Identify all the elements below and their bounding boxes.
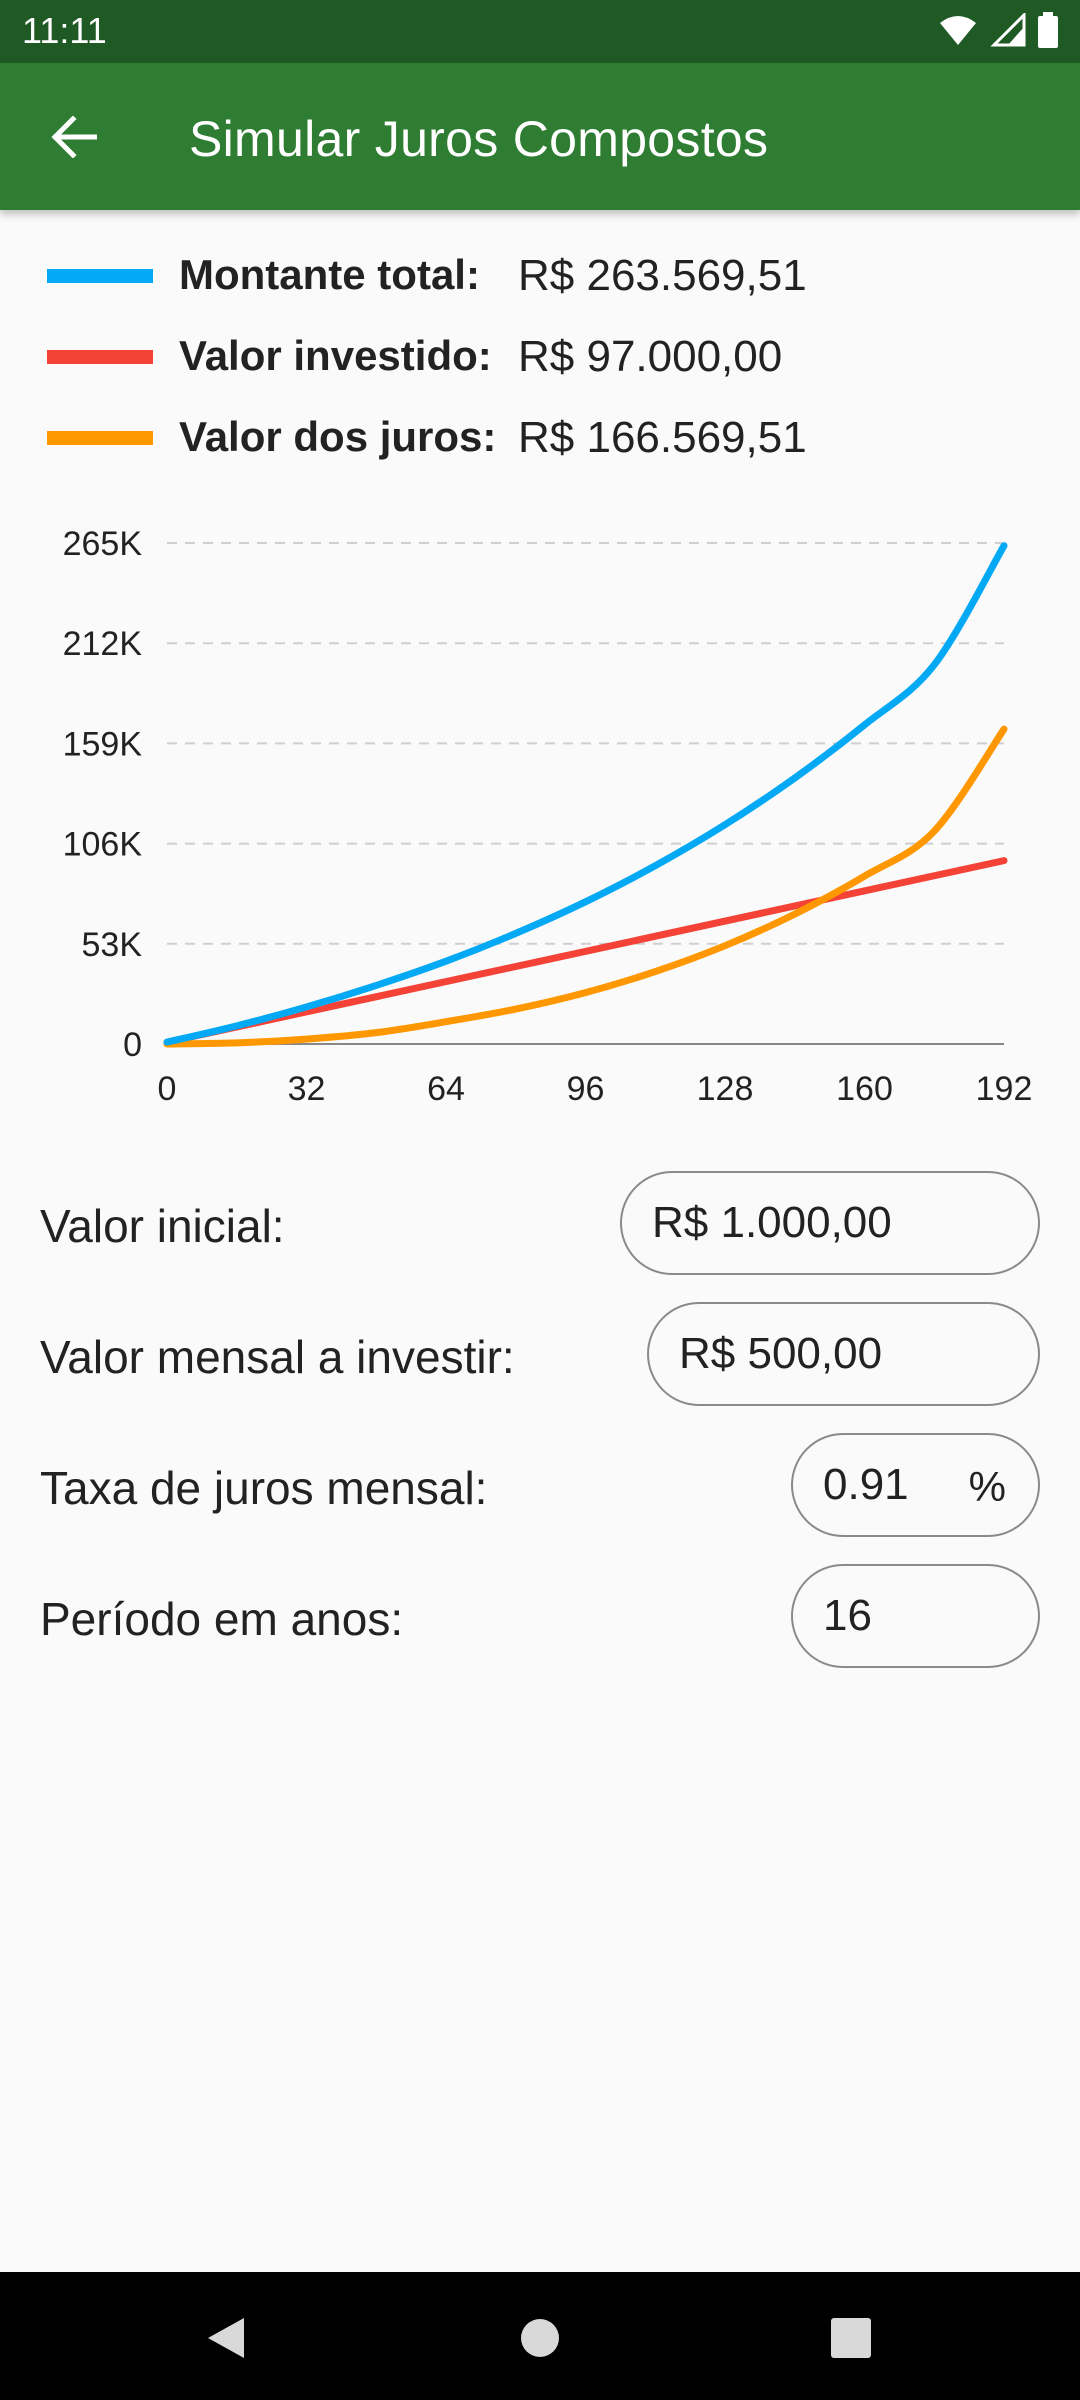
percent-suffix: % <box>968 1463 1006 1510</box>
initial-value-text: R$ 1.000,00 <box>652 1198 892 1247</box>
y-tick-label: 53K <box>82 926 143 964</box>
x-tick-label: 32 <box>288 1070 326 1108</box>
chart-svg: 0 53K 106K 159K 212K 265K 0 32 64 96 128 160 192 <box>63 525 1033 1108</box>
period-input[interactable]: 16 <box>791 1564 1040 1668</box>
back-button[interactable] <box>42 105 106 169</box>
legend-value: R$ 166.569,51 <box>518 413 807 462</box>
home-circle-icon <box>521 2319 559 2357</box>
legend-label: Valor investido: <box>179 332 492 379</box>
form-row-monthly: Valor mensal a investir: R$ 500,00 <box>0 1302 1080 1406</box>
page-title: Simular Juros Compostos <box>189 111 769 167</box>
legend-item-valor-dos-juros: Valor dos juros: R$ 166.569,51 <box>0 407 1080 467</box>
nav-home-button[interactable] <box>508 2306 572 2370</box>
status-icons <box>938 12 1058 48</box>
legend-value: R$ 263.569,51 <box>518 251 807 300</box>
legend-swatch <box>47 431 153 445</box>
nav-back-button[interactable] <box>194 2306 258 2370</box>
recents-square-icon <box>831 2318 871 2358</box>
y-tick-label: 106K <box>63 826 143 864</box>
x-tick-label: 192 <box>976 1070 1033 1108</box>
signal-icon <box>990 13 1026 47</box>
back-triangle-icon <box>208 2318 244 2358</box>
legend-item-montante-total: Montante total: R$ 263.569,51 <box>0 245 1080 305</box>
series-line <box>163 542 1008 1046</box>
nav-recents-button[interactable] <box>819 2306 883 2370</box>
initial-value-label: Valor inicial: <box>40 1200 285 1252</box>
initial-value-input[interactable]: R$ 1.000,00 <box>620 1171 1040 1275</box>
legend-label: Valor dos juros: <box>179 413 497 460</box>
system-nav-bar <box>0 2272 1080 2400</box>
arrow-left-icon <box>51 116 97 158</box>
rate-value-text: 0.91 <box>823 1460 909 1509</box>
rate-input[interactable]: 0.91 % <box>791 1433 1040 1537</box>
legend-label: Montante total: <box>179 251 480 298</box>
line-chart: 0 53K 106K 159K 212K 265K 0 32 64 96 128 160 192 <box>0 500 1080 1140</box>
battery-icon <box>1038 12 1058 48</box>
legend-value: R$ 97.000,00 <box>518 332 783 381</box>
monthly-value-label: Valor mensal a investir: <box>40 1331 515 1383</box>
period-value-text: 16 <box>823 1591 872 1640</box>
y-tick-label: 265K <box>63 525 143 563</box>
app-bar: Simular Juros Compostos <box>0 63 1080 210</box>
status-time: 11:11 <box>22 10 107 51</box>
form-row-rate: Taxa de juros mensal: 0.91 % <box>0 1433 1080 1537</box>
rate-label: Taxa de juros mensal: <box>40 1462 488 1514</box>
monthly-value-text: R$ 500,00 <box>679 1329 883 1378</box>
x-tick-label: 160 <box>836 1070 893 1108</box>
series-line <box>163 857 1008 1046</box>
legend-swatch <box>47 350 153 364</box>
period-label: Período em anos: <box>40 1593 404 1645</box>
y-tick-label: 212K <box>63 625 143 663</box>
x-tick-label: 0 <box>158 1070 177 1108</box>
x-tick-label: 96 <box>567 1070 605 1108</box>
y-tick-label: 159K <box>63 725 143 763</box>
form-row-initial: Valor inicial: R$ 1.000,00 <box>0 1171 1080 1275</box>
x-tick-label: 128 <box>697 1070 754 1108</box>
legend-swatch <box>47 269 153 283</box>
legend-item-valor-investido: Valor investido: R$ 97.000,00 <box>0 326 1080 386</box>
y-tick-label: 0 <box>123 1026 142 1064</box>
wifi-icon <box>940 16 976 45</box>
monthly-value-input[interactable]: R$ 500,00 <box>647 1302 1040 1406</box>
x-tick-label: 64 <box>427 1070 465 1108</box>
form-row-period: Período em anos: 16 <box>0 1564 1080 1668</box>
status-bar: 11:11 <box>0 0 1080 63</box>
